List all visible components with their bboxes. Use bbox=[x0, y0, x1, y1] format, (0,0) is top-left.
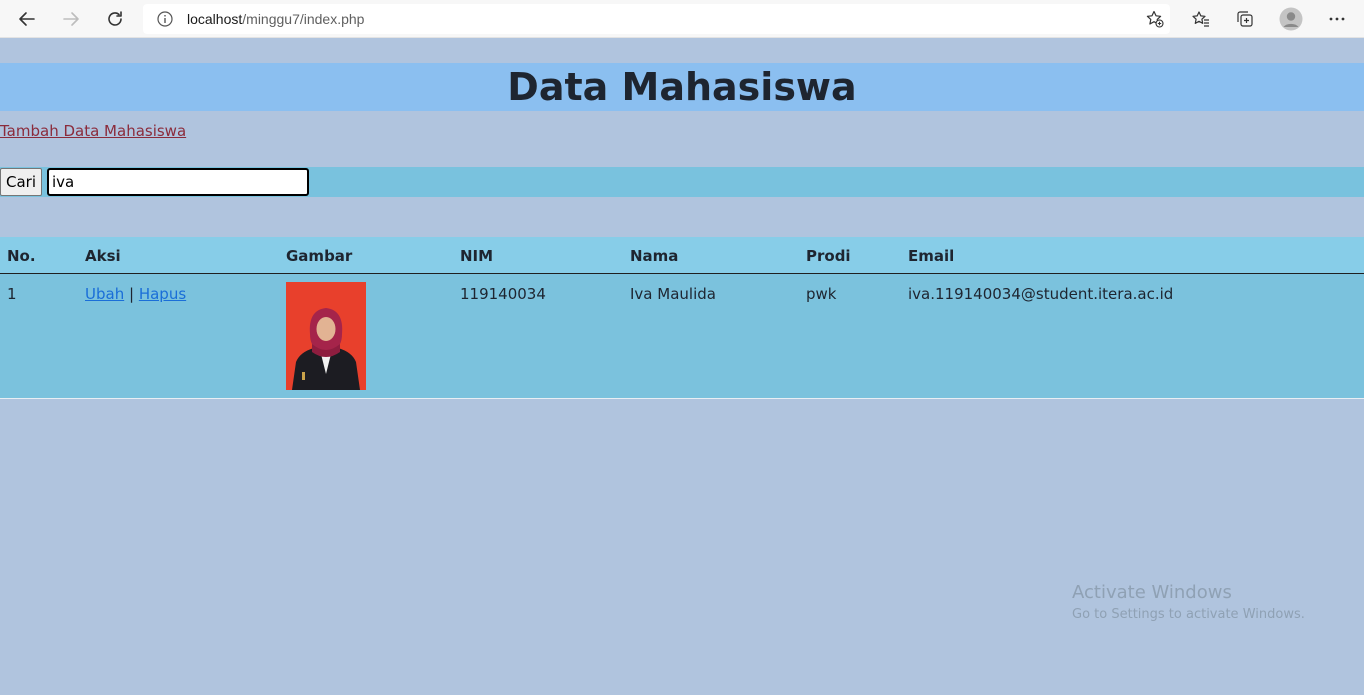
search-form: Cari bbox=[0, 167, 1364, 197]
refresh-icon[interactable] bbox=[100, 4, 130, 34]
header-no: No. bbox=[7, 247, 36, 265]
favorite-add-icon[interactable] bbox=[1146, 10, 1164, 32]
more-menu-icon[interactable] bbox=[1322, 4, 1352, 34]
cell-no: 1 bbox=[7, 285, 17, 303]
edit-link[interactable]: Ubah bbox=[85, 285, 124, 303]
forward-arrow-icon[interactable] bbox=[56, 4, 86, 34]
cell-nama: Iva Maulida bbox=[630, 285, 716, 303]
table-row: 1 Ubah | Hapus 119140034 Iva Maulida pwk… bbox=[0, 274, 1364, 399]
browser-toolbar: localhost/minggu7/index.php bbox=[0, 0, 1364, 38]
delete-link[interactable]: Hapus bbox=[139, 285, 186, 303]
action-separator: | bbox=[128, 285, 135, 303]
page-title: Data Mahasiswa bbox=[507, 65, 857, 109]
header-prodi: Prodi bbox=[806, 247, 851, 265]
activate-windows-watermark: Activate Windows Go to Settings to activ… bbox=[1072, 582, 1305, 622]
title-banner: Data Mahasiswa bbox=[0, 63, 1364, 111]
header-gambar: Gambar bbox=[286, 247, 353, 265]
back-arrow-icon[interactable] bbox=[12, 4, 42, 34]
student-photo bbox=[286, 282, 366, 390]
cell-nim: 119140034 bbox=[460, 285, 546, 303]
watermark-subtitle: Go to Settings to activate Windows. bbox=[1072, 607, 1305, 622]
header-nama: Nama bbox=[630, 247, 679, 265]
search-input[interactable] bbox=[47, 168, 309, 196]
favorites-icon[interactable] bbox=[1186, 4, 1216, 34]
watermark-title: Activate Windows bbox=[1072, 582, 1232, 603]
url-text[interactable]: localhost/minggu7/index.php bbox=[187, 4, 364, 34]
cell-aksi: Ubah | Hapus bbox=[85, 285, 186, 303]
header-email: Email bbox=[908, 247, 955, 265]
student-table: No. Aksi Gambar NIM Nama Prodi Email 1 U… bbox=[0, 237, 1364, 399]
url-host: localhost bbox=[187, 11, 243, 27]
cell-prodi: pwk bbox=[806, 285, 837, 303]
cell-email: iva.119140034@student.itera.ac.id bbox=[908, 285, 1174, 303]
info-icon[interactable] bbox=[157, 11, 173, 31]
profile-avatar-icon[interactable] bbox=[1276, 4, 1306, 34]
table-header: No. Aksi Gambar NIM Nama Prodi Email bbox=[0, 237, 1364, 274]
collections-icon[interactable] bbox=[1230, 4, 1260, 34]
add-student-link[interactable]: Tambah Data Mahasiswa bbox=[0, 122, 186, 140]
address-bar[interactable]: localhost/minggu7/index.php bbox=[143, 4, 1170, 34]
header-nim: NIM bbox=[460, 247, 494, 265]
url-path: /minggu7/index.php bbox=[242, 11, 365, 27]
search-button[interactable]: Cari bbox=[0, 168, 42, 196]
header-aksi: Aksi bbox=[85, 247, 121, 265]
